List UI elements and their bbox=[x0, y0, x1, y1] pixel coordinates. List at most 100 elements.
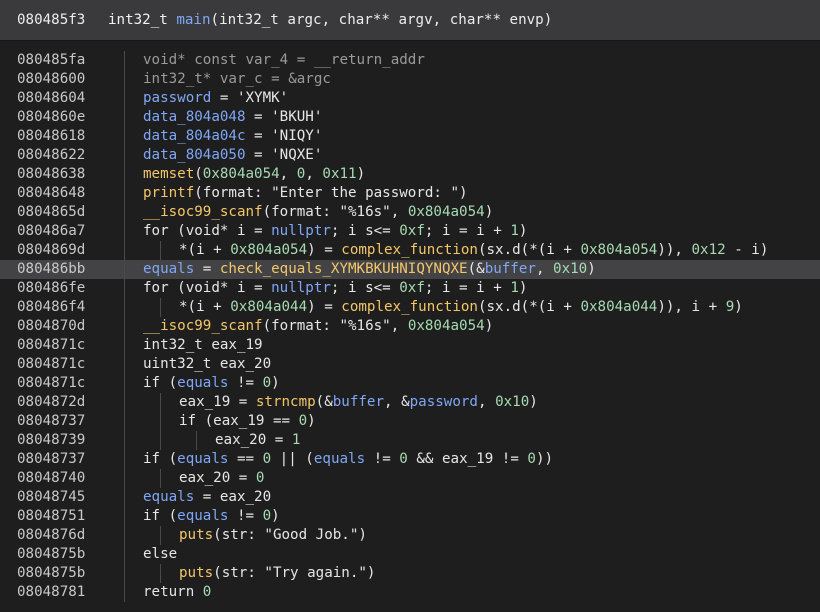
line-address[interactable]: 080486a7 bbox=[17, 222, 85, 241]
line-address[interactable]: 08048648 bbox=[17, 184, 85, 203]
code-token[interactable]: memset bbox=[143, 166, 194, 182]
line-code[interactable]: memset(0x804a054, 0, 0x11) bbox=[143, 165, 365, 184]
line-code[interactable]: return 0 bbox=[143, 583, 211, 602]
param-0-name[interactable]: argc bbox=[287, 12, 321, 28]
code-line[interactable]: 08048648 printf(format: "Enter the passwo… bbox=[0, 184, 820, 203]
code-line[interactable]: 08048781 return 0 bbox=[0, 583, 820, 602]
code-token[interactable]: equals bbox=[314, 451, 365, 467]
code-line[interactable]: 0804860e data_804a048 = 'BKUH' bbox=[0, 108, 820, 127]
line-code[interactable]: __isoc99_scanf(format: "%16s", 0x804a054… bbox=[143, 203, 493, 222]
line-address[interactable]: 0804871c bbox=[17, 355, 85, 374]
line-address[interactable]: 0804875b bbox=[17, 545, 85, 564]
code-token[interactable]: puts bbox=[179, 527, 213, 543]
line-code[interactable]: int32_t eax_19 bbox=[143, 336, 263, 355]
code-line[interactable]: 0804875b else bbox=[0, 545, 820, 564]
decompiled-code-listing[interactable]: 080485fa void* const var_4 = __return_add… bbox=[0, 41, 820, 612]
code-line[interactable]: 080486bb equals = check_equals_XYMKBKUHNI… bbox=[0, 260, 820, 279]
code-line[interactable]: 0804865d __isoc99_scanf(format: "%16s", 0… bbox=[0, 203, 820, 222]
line-code[interactable]: eax_20 = 0 bbox=[179, 469, 264, 488]
line-code[interactable]: eax_20 = 1 bbox=[215, 431, 300, 450]
code-line[interactable]: 08048622 data_804a050 = 'NQXE' bbox=[0, 146, 820, 165]
line-address[interactable]: 0804875b bbox=[17, 564, 85, 583]
line-code[interactable]: puts(str: "Good Job.") bbox=[179, 526, 367, 545]
code-line[interactable]: 0804871c int32_t eax_19 bbox=[0, 336, 820, 355]
code-line[interactable]: 08048600 int32_t* var_c = &argc bbox=[0, 70, 820, 89]
line-code[interactable]: if (eax_19 == 0) bbox=[179, 412, 316, 431]
line-code[interactable]: equals = check_equals_XYMKBKUHNIQYNQXE(&… bbox=[143, 260, 596, 279]
code-token[interactable]: puts bbox=[179, 565, 213, 581]
code-token[interactable]: equals bbox=[177, 508, 228, 524]
line-address[interactable]: 0804872d bbox=[17, 393, 85, 412]
code-line[interactable]: 080486fe for (void* i = nullptr; i s<= 0x… bbox=[0, 279, 820, 298]
code-line[interactable]: 08048737 if (equals == 0 || (equals != 0 … bbox=[0, 450, 820, 469]
line-address[interactable]: 08048622 bbox=[17, 146, 85, 165]
line-code[interactable]: if (equals == 0 || (equals != 0 && eax_1… bbox=[143, 450, 553, 469]
line-address[interactable]: 080485fa bbox=[17, 51, 85, 70]
function-address[interactable]: 080485f3 bbox=[17, 12, 85, 28]
code-token[interactable]: equals bbox=[177, 375, 228, 391]
line-code[interactable]: *(i + 0x804a054) = complex_function(sx.d… bbox=[179, 241, 768, 260]
code-line[interactable]: 08048740 eax_20 = 0 bbox=[0, 469, 820, 488]
code-line[interactable]: 08048751 if (equals != 0) bbox=[0, 507, 820, 526]
line-address[interactable]: 08048638 bbox=[17, 165, 85, 184]
line-address[interactable]: 0804871c bbox=[17, 336, 85, 355]
code-token[interactable]: __isoc99_scanf bbox=[143, 318, 263, 334]
line-code[interactable]: else bbox=[143, 545, 177, 564]
code-token[interactable]: buffer bbox=[333, 394, 384, 410]
code-token[interactable]: buffer bbox=[485, 261, 536, 277]
line-address[interactable]: 0804860e bbox=[17, 108, 85, 127]
line-address[interactable]: 08048751 bbox=[17, 507, 85, 526]
line-code[interactable]: puts(str: "Try again.") bbox=[179, 564, 375, 583]
line-address[interactable]: 0804865d bbox=[17, 203, 85, 222]
line-code[interactable]: eax_19 = strncmp(&buffer, &password, 0x1… bbox=[179, 393, 538, 412]
code-token[interactable]: strncmp bbox=[256, 394, 316, 410]
code-token[interactable]: check_equals_XYMKBKUHNIQYNQXE bbox=[220, 261, 468, 277]
line-address[interactable]: 0804869d bbox=[17, 241, 85, 260]
code-token[interactable]: data_804a04c bbox=[143, 128, 246, 144]
line-code[interactable]: *(i + 0x804a044) = complex_function(sx.d… bbox=[179, 298, 743, 317]
code-token[interactable]: complex_function bbox=[341, 299, 478, 315]
code-line[interactable]: 0804870d __isoc99_scanf(format: "%16s", 0… bbox=[0, 317, 820, 336]
code-token[interactable]: equals bbox=[177, 451, 228, 467]
code-line[interactable]: 08048618 data_804a04c = 'NIQY' bbox=[0, 127, 820, 146]
line-address[interactable]: 08048737 bbox=[17, 412, 85, 431]
code-token[interactable]: password bbox=[410, 394, 478, 410]
code-token[interactable]: data_804a050 bbox=[143, 147, 246, 163]
line-code[interactable]: int32_t* var_c = &argc bbox=[143, 70, 331, 89]
line-code[interactable]: for (void* i = nullptr; i s<= 0xf; i = i… bbox=[143, 279, 527, 298]
code-line[interactable]: 0804869d *(i + 0x804a054) = complex_funct… bbox=[0, 241, 820, 260]
code-token[interactable]: printf bbox=[143, 185, 194, 201]
code-line[interactable]: 080486f4 *(i + 0x804a044) = complex_funct… bbox=[0, 298, 820, 317]
code-line[interactable]: 0804871c if (equals != 0) bbox=[0, 374, 820, 393]
line-address[interactable]: 0804871c bbox=[17, 374, 85, 393]
code-line[interactable]: 0804876d puts(str: "Good Job.") bbox=[0, 526, 820, 545]
line-address[interactable]: 08048739 bbox=[17, 431, 85, 450]
code-token[interactable]: complex_function bbox=[341, 242, 478, 258]
code-line[interactable]: 08048638 memset(0x804a054, 0, 0x11) bbox=[0, 165, 820, 184]
line-address[interactable]: 0804876d bbox=[17, 526, 85, 545]
line-address[interactable]: 08048737 bbox=[17, 450, 85, 469]
line-address[interactable]: 08048600 bbox=[17, 70, 85, 89]
code-token[interactable]: equals bbox=[143, 489, 194, 505]
line-code[interactable]: __isoc99_scanf(format: "%16s", 0x804a054… bbox=[143, 317, 493, 336]
line-code[interactable]: data_804a050 = 'NQXE' bbox=[143, 146, 322, 165]
line-address[interactable]: 080486bb bbox=[17, 260, 85, 279]
code-line[interactable]: 0804871c uint32_t eax_20 bbox=[0, 355, 820, 374]
line-code[interactable]: data_804a048 = 'BKUH' bbox=[143, 108, 322, 127]
function-signature[interactable]: int32_t main(int32_t argc, char** argv, … bbox=[108, 12, 552, 28]
line-address[interactable]: 08048745 bbox=[17, 488, 85, 507]
line-address[interactable]: 08048740 bbox=[17, 469, 85, 488]
code-line[interactable]: 08048745 equals = eax_20 bbox=[0, 488, 820, 507]
line-code[interactable]: printf(format: "Enter the password: ") bbox=[143, 184, 468, 203]
code-line[interactable]: 0804875b puts(str: "Try again.") bbox=[0, 564, 820, 583]
line-address[interactable]: 08048604 bbox=[17, 89, 85, 108]
code-line[interactable]: 080485fa void* const var_4 = __return_add… bbox=[0, 51, 820, 70]
param-1-name[interactable]: argv bbox=[398, 12, 432, 28]
param-2-name[interactable]: envp bbox=[510, 12, 544, 28]
line-code[interactable]: void* const var_4 = __return_addr bbox=[143, 51, 425, 70]
line-address[interactable]: 080486f4 bbox=[17, 298, 85, 317]
line-code[interactable]: equals = eax_20 bbox=[143, 488, 271, 507]
function-name[interactable]: main bbox=[176, 12, 210, 28]
code-line[interactable]: 08048604 password = 'XYMK' bbox=[0, 89, 820, 108]
code-token[interactable]: __isoc99_scanf bbox=[143, 204, 263, 220]
